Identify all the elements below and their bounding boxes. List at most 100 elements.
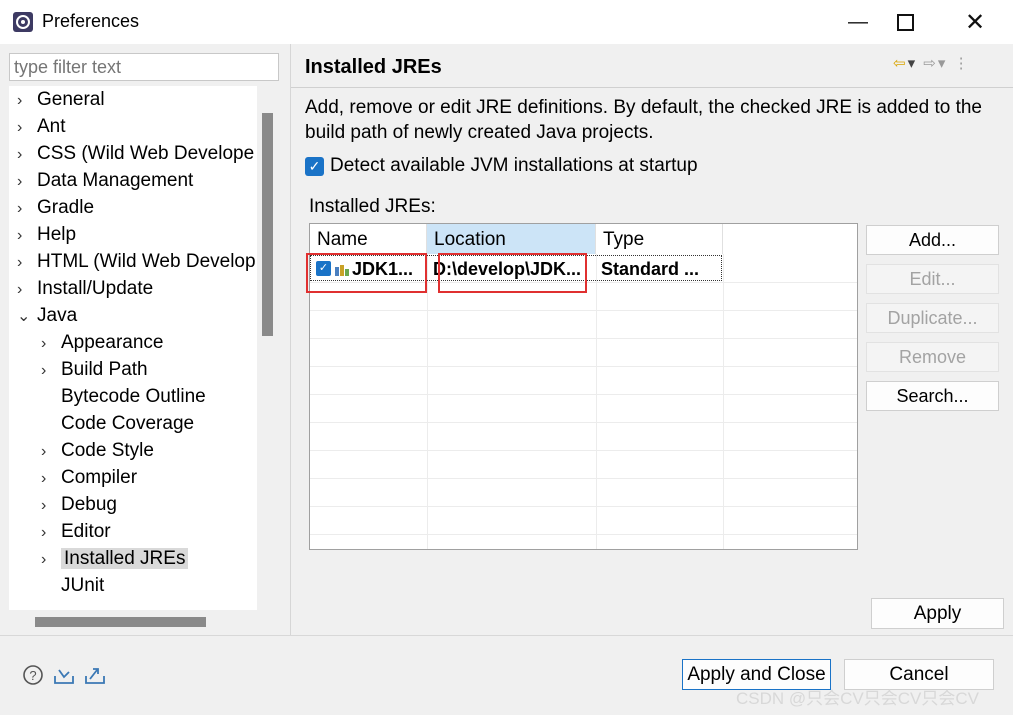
eclipse-app-icon (13, 12, 33, 32)
column-header-name[interactable]: Name (310, 224, 427, 254)
chevron-right-icon[interactable]: › (41, 492, 61, 519)
grid-line (310, 478, 857, 479)
back-menu-chevron-icon[interactable]: ▾ (908, 55, 918, 72)
column-header-location[interactable]: Location (427, 224, 596, 254)
chevron-right-icon[interactable]: › (17, 141, 37, 168)
tree-item[interactable]: › Data Management (17, 167, 193, 194)
import-icon[interactable] (53, 664, 75, 686)
tree-item[interactable]: › Debug (41, 491, 117, 518)
export-icon[interactable] (84, 664, 106, 686)
panel-divider (290, 44, 291, 635)
tree-item[interactable]: › Code Style (41, 437, 154, 464)
tree-item-label: Code Style (61, 440, 154, 461)
tree-item[interactable]: › Compiler (41, 464, 137, 491)
chevron-right-icon[interactable]: › (17, 195, 37, 222)
tree-item-label: Gradle (37, 197, 95, 218)
page-navigation: ⇦▾ ⇨▾ ⋮ (893, 54, 971, 72)
tree-item[interactable]: › Install/Update (17, 275, 153, 302)
minimize-icon[interactable]: — (835, 0, 881, 44)
grid-line (310, 422, 857, 423)
apply-button[interactable]: Apply (871, 598, 1004, 629)
tree-item[interactable]: › Editor (41, 518, 111, 545)
tree-item-java[interactable]: ⌄ Java (17, 302, 77, 329)
tree-item-label: Data Management (37, 170, 194, 191)
chevron-right-icon[interactable]: › (41, 330, 61, 357)
tree-item-label: General (37, 89, 105, 110)
tree-item-label: JUnit (61, 575, 105, 596)
search-jre-button[interactable]: Search... (866, 381, 999, 411)
installed-jres-label: Installed JREs: (309, 196, 436, 217)
chevron-right-icon[interactable]: › (41, 519, 61, 546)
window-title: Preferences (42, 11, 140, 31)
tree-item[interactable]: › Appearance (41, 329, 163, 356)
chevron-right-icon[interactable]: › (17, 168, 37, 195)
chevron-right-icon[interactable]: › (17, 249, 37, 276)
tree-item-label: Editor (61, 521, 111, 542)
tree-item-label: Help (37, 224, 77, 245)
tree-item[interactable]: Bytecode Outline (41, 383, 206, 410)
highlight-box (438, 253, 587, 293)
page-description: Add, remove or edit JRE definitions. By … (305, 95, 1005, 145)
grid-line (310, 310, 857, 311)
tree-vertical-scroll-thumb[interactable] (262, 113, 273, 336)
tree-item-label: Build Path (61, 359, 148, 380)
tree-item-label: Code Coverage (61, 413, 195, 434)
tree-item-installed-jres[interactable]: › Installed JREs (41, 545, 189, 573)
detect-jvm-label: Detect available JVM installations at st… (330, 155, 698, 176)
jre-type-cell: Standard ... (601, 259, 700, 279)
edit-jre-button[interactable]: Edit... (866, 264, 999, 294)
tree-item-label: CSS (Wild Web Develope (37, 143, 255, 164)
tree-item[interactable]: › Build Path (41, 356, 148, 383)
chevron-right-icon[interactable]: › (17, 87, 37, 114)
forward-menu-chevron-icon[interactable]: ▾ (938, 55, 948, 72)
grid-line (310, 394, 857, 395)
tree-item[interactable]: › Ant (17, 113, 66, 140)
grid-line (310, 506, 857, 507)
chevron-right-icon[interactable]: › (41, 438, 61, 465)
tree-item-label: Install/Update (37, 278, 154, 299)
page-title: Installed JREs (305, 56, 442, 78)
view-menu-icon[interactable]: ⋮ (954, 55, 971, 72)
chevron-right-icon[interactable]: › (41, 357, 61, 384)
duplicate-jre-button[interactable]: Duplicate... (866, 303, 999, 333)
footer-separator (0, 635, 1013, 636)
maximize-icon[interactable] (882, 0, 928, 44)
detect-jvm-checkbox[interactable]: ✓ (305, 157, 324, 176)
column-header-type[interactable]: Type (596, 224, 723, 254)
watermark: CSDN @只会CV只会CV只会CV (736, 689, 979, 708)
chevron-down-icon[interactable]: ⌄ (17, 303, 37, 330)
chevron-right-icon[interactable]: › (17, 222, 37, 249)
chevron-right-icon[interactable]: › (17, 114, 37, 141)
tree-horizontal-scroll-thumb[interactable] (35, 617, 206, 627)
grid-line (310, 338, 857, 339)
tree-item-label: Java (37, 305, 78, 326)
grid-line (310, 534, 857, 535)
tree-item-label: Ant (37, 116, 66, 137)
tree-item[interactable]: › HTML (Wild Web Develop (17, 248, 256, 275)
description-line: build path of newly created Java project… (305, 122, 654, 143)
tree-item-label: Bytecode Outline (61, 386, 206, 407)
preferences-tree[interactable]: › General › Ant › CSS (Wild Web Develope › D… (9, 86, 257, 610)
chevron-right-icon[interactable]: › (41, 465, 61, 492)
filter-input[interactable] (9, 53, 279, 81)
tree-item-label: Appearance (61, 332, 164, 353)
help-icon[interactable]: ? (22, 664, 44, 686)
add-jre-button[interactable]: Add... (866, 225, 999, 255)
forward-arrow-icon[interactable]: ⇨ (923, 55, 938, 72)
back-arrow-icon[interactable]: ⇦ (893, 55, 908, 72)
highlight-box (306, 253, 427, 293)
tree-item-label: Installed JREs (61, 548, 189, 569)
chevron-right-icon[interactable]: › (41, 546, 61, 573)
tree-item[interactable]: › General (17, 86, 105, 113)
close-icon[interactable]: ✕ (952, 0, 998, 44)
chevron-right-icon[interactable]: › (17, 276, 37, 303)
tree-item-label: Compiler (61, 467, 138, 488)
remove-jre-button[interactable]: Remove (866, 342, 999, 372)
grid-line (310, 450, 857, 451)
tree-item[interactable]: Code Coverage (41, 410, 194, 437)
tree-item[interactable]: › Help (17, 221, 76, 248)
tree-item[interactable]: › CSS (Wild Web Develope (17, 140, 254, 167)
tree-item-label: Debug (61, 494, 117, 515)
tree-item[interactable]: › Gradle (17, 194, 94, 221)
tree-item[interactable]: JUnit (41, 572, 104, 599)
